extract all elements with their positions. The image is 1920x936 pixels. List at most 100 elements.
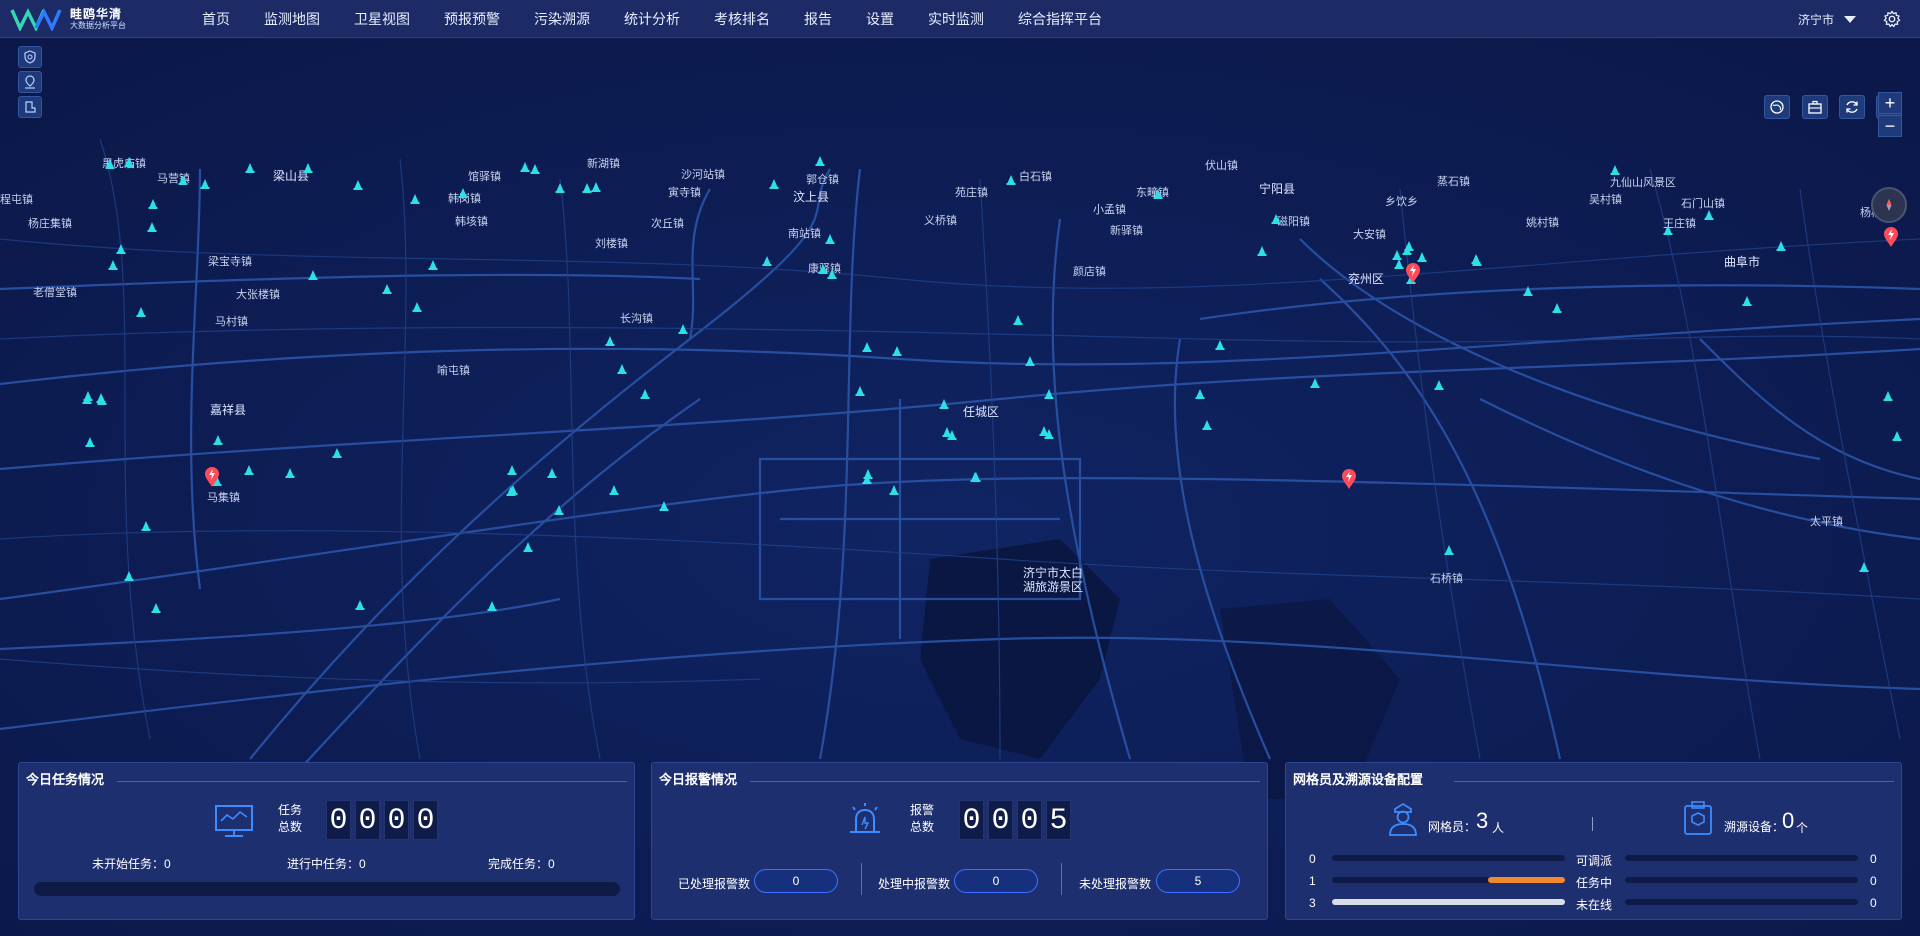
zoom-out-button[interactable]: − xyxy=(1878,115,1902,137)
monitoring-station-icon[interactable] xyxy=(308,270,318,280)
nav-realtime[interactable]: 实时监测 xyxy=(919,0,993,38)
monitoring-station-icon[interactable] xyxy=(547,468,557,478)
nav-monitor-map[interactable]: 监测地图 xyxy=(255,0,329,38)
alarm-pin-icon[interactable] xyxy=(1406,263,1420,283)
monitoring-station-icon[interactable] xyxy=(412,302,422,312)
nav-home[interactable]: 首页 xyxy=(193,0,239,38)
toolbox-button[interactable] xyxy=(1802,95,1828,119)
monitoring-station-icon[interactable] xyxy=(124,157,134,167)
monitoring-station-icon[interactable] xyxy=(1663,225,1673,235)
monitoring-station-icon[interactable] xyxy=(862,342,872,352)
monitoring-station-icon[interactable] xyxy=(555,183,565,193)
compass-button[interactable] xyxy=(1871,187,1907,223)
monitoring-station-icon[interactable] xyxy=(825,234,835,244)
handled-alarms-value[interactable]: 0 xyxy=(754,869,838,893)
monitoring-station-icon[interactable] xyxy=(105,159,115,169)
monitoring-station-icon[interactable] xyxy=(1392,250,1402,260)
monitoring-station-icon[interactable] xyxy=(889,485,899,495)
nav-statistics[interactable]: 统计分析 xyxy=(615,0,689,38)
monitoring-station-icon[interactable] xyxy=(244,465,254,475)
monitoring-station-icon[interactable] xyxy=(1025,356,1035,366)
alarm-pin-icon[interactable] xyxy=(1884,227,1898,247)
monitoring-station-icon[interactable] xyxy=(1552,303,1562,313)
nav-report[interactable]: 报告 xyxy=(795,0,841,38)
monitoring-station-icon[interactable] xyxy=(769,179,779,189)
logo[interactable]: 畦鸥华清 大数据分析平台 xyxy=(10,6,140,32)
monitoring-station-icon[interactable] xyxy=(1417,252,1427,262)
monitoring-station-icon[interactable] xyxy=(818,264,828,274)
monitoring-station-icon[interactable] xyxy=(892,346,902,356)
location-button[interactable] xyxy=(18,71,42,93)
monitoring-station-icon[interactable] xyxy=(458,188,468,198)
basemap-button[interactable] xyxy=(1764,95,1790,119)
layer-toggle-button[interactable] xyxy=(18,46,42,68)
monitoring-station-icon[interactable] xyxy=(1394,259,1404,269)
monitoring-map[interactable]: 黑虎庙镇 马营镇 梁山县 馆驿镇 新湖镇 沙河站镇 郭仓镇 白石镇 伏山镇 宁阳县 蒸石镇 九仙山风景… xyxy=(0,39,1920,936)
zoom-in-button[interactable]: + xyxy=(1878,92,1902,114)
monitoring-station-icon[interactable] xyxy=(582,183,592,193)
monitoring-station-icon[interactable] xyxy=(213,435,223,445)
monitoring-station-icon[interactable] xyxy=(815,156,825,166)
monitoring-station-icon[interactable] xyxy=(1013,315,1023,325)
monitoring-station-icon[interactable] xyxy=(1892,431,1902,441)
monitoring-station-icon[interactable] xyxy=(85,437,95,447)
monitoring-station-icon[interactable] xyxy=(178,175,188,185)
monitoring-station-icon[interactable] xyxy=(1202,420,1212,430)
monitoring-station-icon[interactable] xyxy=(1195,389,1205,399)
monitoring-station-icon[interactable] xyxy=(136,307,146,317)
monitoring-station-icon[interactable] xyxy=(1271,214,1281,224)
monitoring-station-icon[interactable] xyxy=(1153,189,1163,199)
nav-ranking[interactable]: 考核排名 xyxy=(705,0,779,38)
monitoring-station-icon[interactable] xyxy=(609,485,619,495)
monitoring-station-icon[interactable] xyxy=(1776,241,1786,251)
monitoring-station-icon[interactable] xyxy=(523,542,533,552)
nav-settings[interactable]: 设置 xyxy=(857,0,903,38)
monitoring-station-icon[interactable] xyxy=(1039,426,1049,436)
monitoring-station-icon[interactable] xyxy=(1444,545,1454,555)
monitoring-station-icon[interactable] xyxy=(678,324,688,334)
monitoring-station-icon[interactable] xyxy=(303,163,313,173)
monitoring-station-icon[interactable] xyxy=(640,389,650,399)
monitoring-station-icon[interactable] xyxy=(1257,246,1267,256)
monitoring-station-icon[interactable] xyxy=(200,179,210,189)
monitoring-station-icon[interactable] xyxy=(428,260,438,270)
monitoring-station-icon[interactable] xyxy=(382,284,392,294)
monitoring-station-icon[interactable] xyxy=(507,465,517,475)
monitoring-station-icon[interactable] xyxy=(939,399,949,409)
monitoring-station-icon[interactable] xyxy=(285,468,295,478)
monitoring-station-icon[interactable] xyxy=(1006,175,1016,185)
city-selector[interactable]: 济宁市 xyxy=(1798,0,1857,38)
monitoring-station-icon[interactable] xyxy=(1044,389,1054,399)
monitoring-station-icon[interactable] xyxy=(124,571,134,581)
monitoring-station-icon[interactable] xyxy=(762,256,772,266)
monitoring-station-icon[interactable] xyxy=(520,162,530,172)
monitoring-station-icon[interactable] xyxy=(617,364,627,374)
monitoring-station-icon[interactable] xyxy=(1215,340,1225,350)
monitoring-station-icon[interactable] xyxy=(148,199,158,209)
refresh-button[interactable] xyxy=(1839,95,1865,119)
measure-button[interactable] xyxy=(18,96,42,118)
monitoring-station-icon[interactable] xyxy=(1742,296,1752,306)
monitoring-station-icon[interactable] xyxy=(827,269,837,279)
monitoring-station-icon[interactable] xyxy=(1704,210,1714,220)
monitoring-station-icon[interactable] xyxy=(487,601,497,611)
monitoring-station-icon[interactable] xyxy=(1434,380,1444,390)
monitoring-station-icon[interactable] xyxy=(1883,391,1893,401)
monitoring-station-icon[interactable] xyxy=(147,222,157,232)
monitoring-station-icon[interactable] xyxy=(108,260,118,270)
monitoring-station-icon[interactable] xyxy=(605,336,615,346)
monitoring-station-icon[interactable] xyxy=(554,505,564,515)
monitoring-station-icon[interactable] xyxy=(116,244,126,254)
monitoring-station-icon[interactable] xyxy=(659,501,669,511)
monitoring-station-icon[interactable] xyxy=(141,521,151,531)
monitoring-station-icon[interactable] xyxy=(1310,378,1320,388)
monitoring-station-icon[interactable] xyxy=(591,182,601,192)
unhandled-alarms-value[interactable]: 5 xyxy=(1156,869,1240,893)
nav-forecast-warning[interactable]: 预报预警 xyxy=(435,0,509,38)
monitoring-station-icon[interactable] xyxy=(1523,286,1533,296)
monitoring-station-icon[interactable] xyxy=(1610,165,1620,175)
handling-alarms-value[interactable]: 0 xyxy=(954,869,1038,893)
monitoring-station-icon[interactable] xyxy=(245,163,255,173)
gear-icon[interactable] xyxy=(1883,10,1901,28)
monitoring-station-icon[interactable] xyxy=(855,386,865,396)
